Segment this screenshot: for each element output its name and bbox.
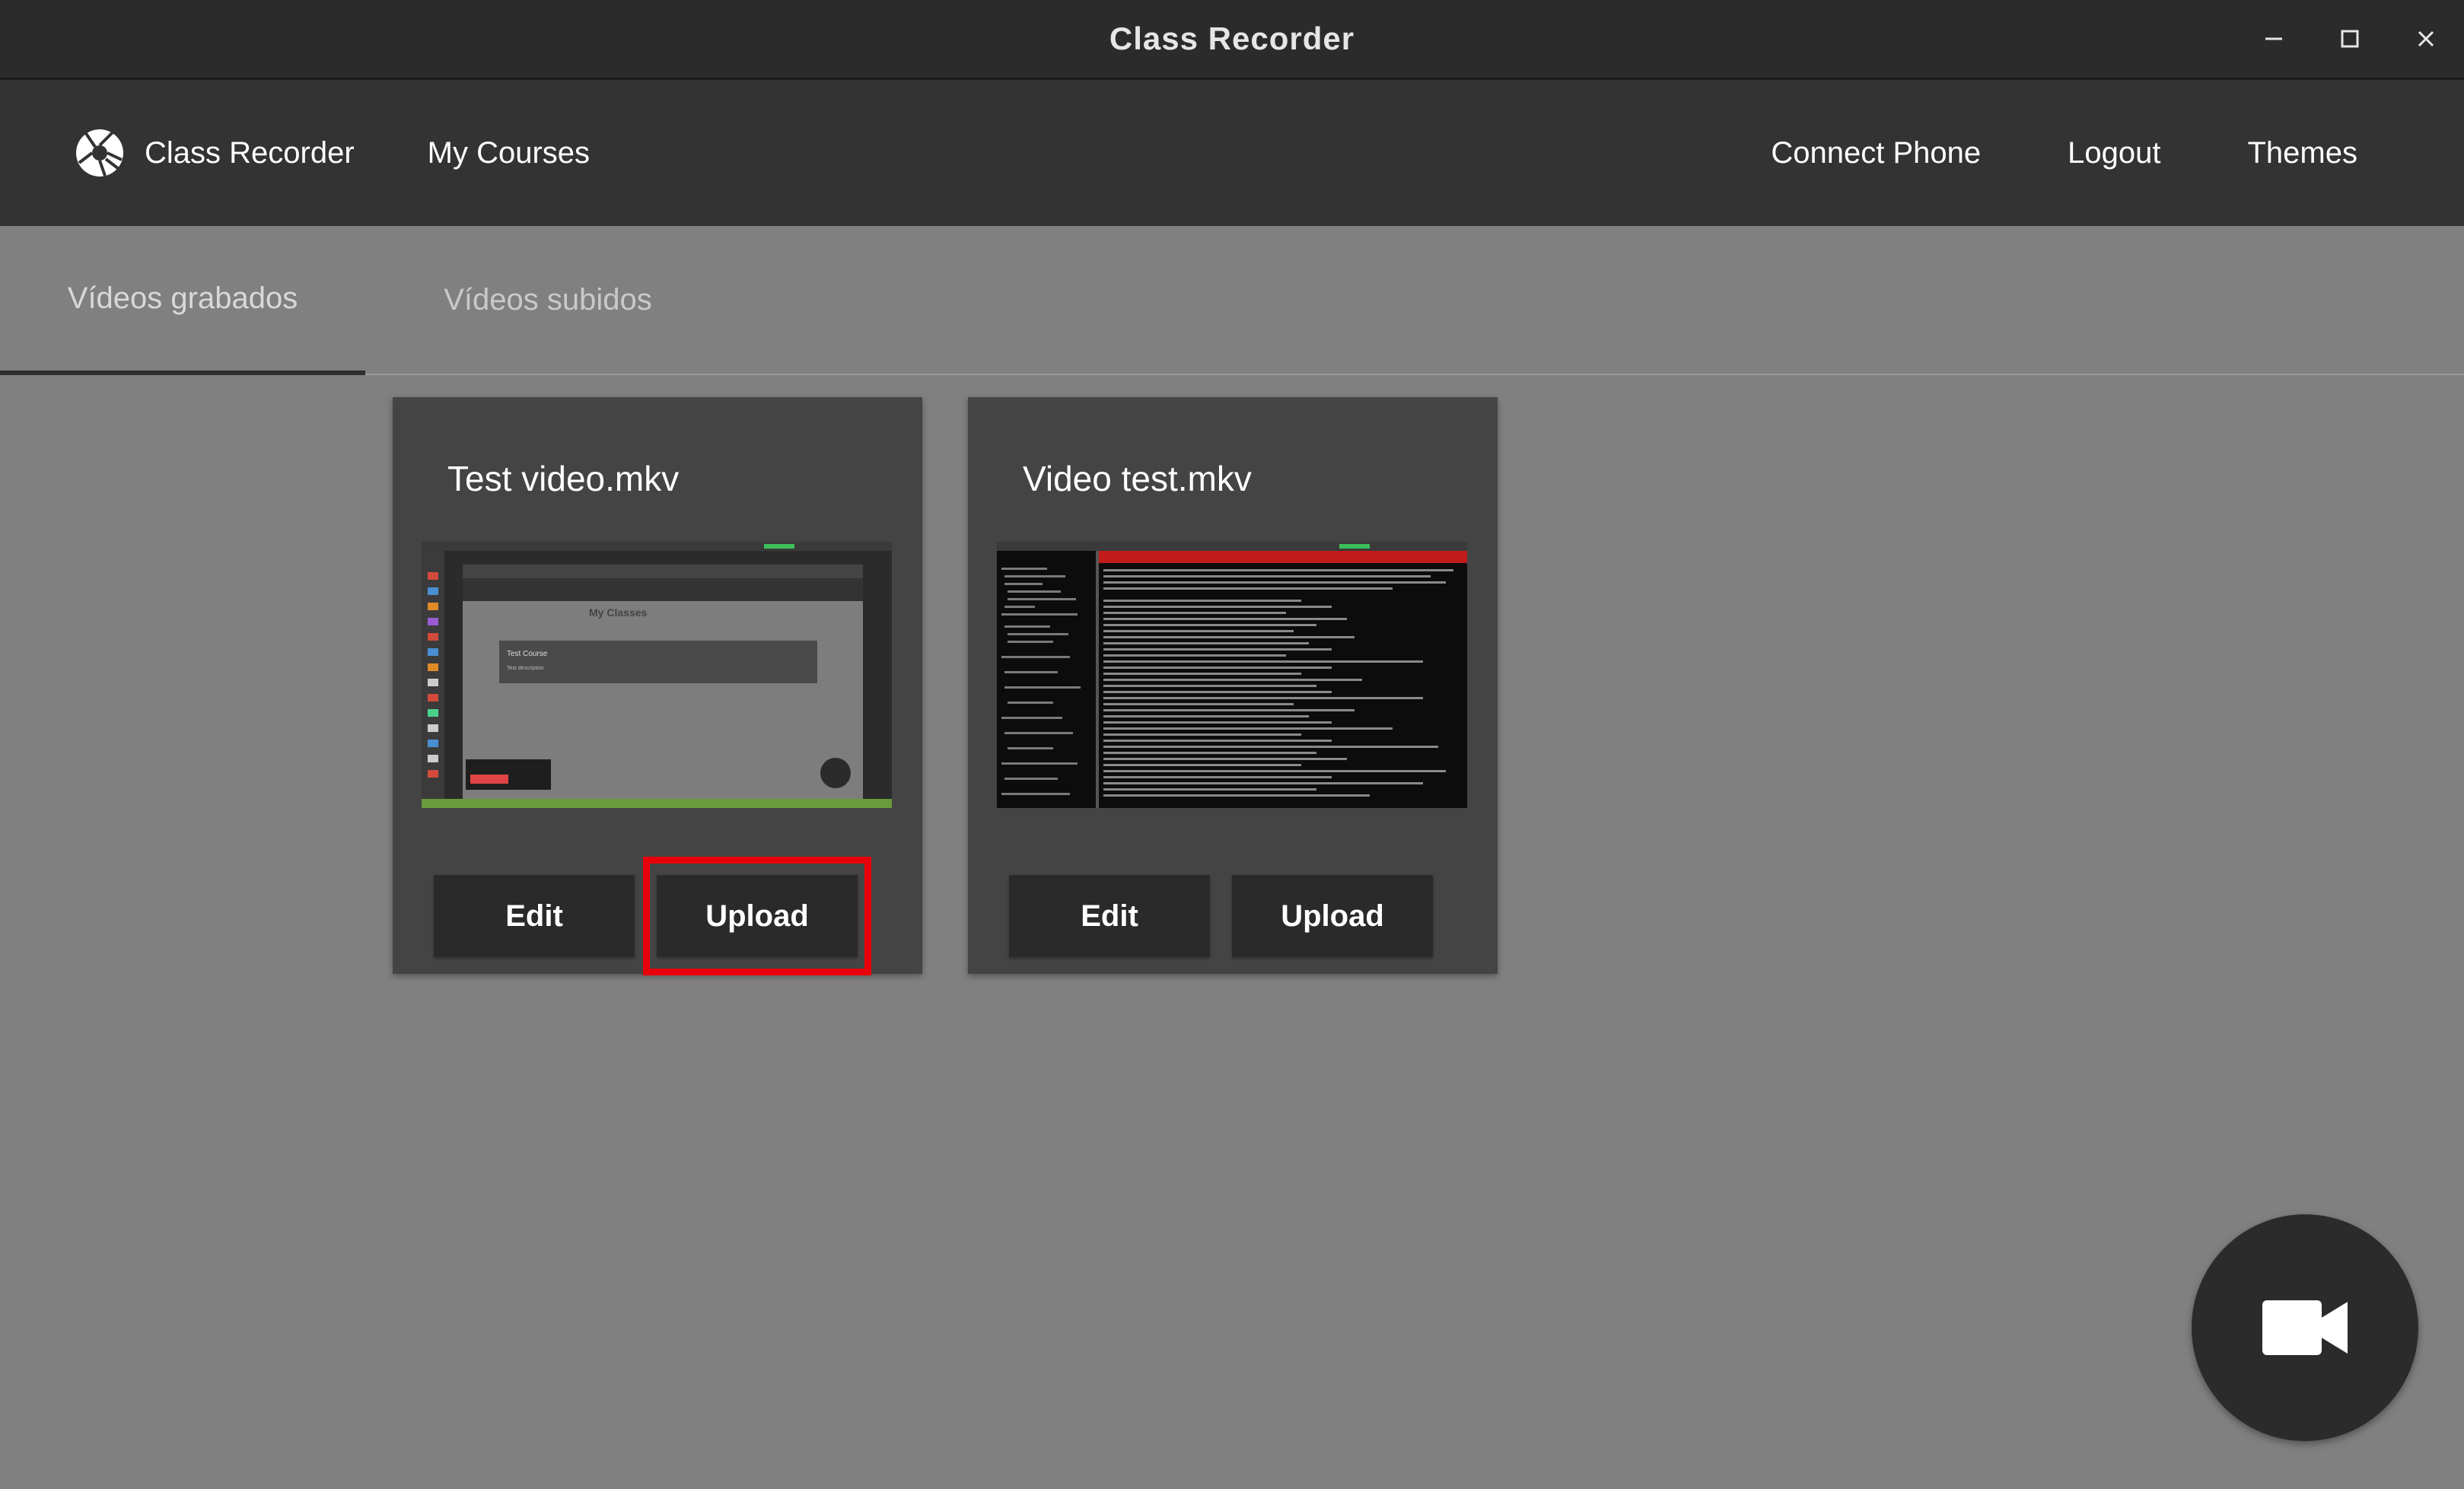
camera-shutter-icon	[76, 129, 123, 177]
video-card: Test video.mkv My Classes Test Course Te…	[393, 397, 922, 975]
window-titlebar: Class Recorder	[0, 0, 2464, 80]
nav-right: Connect Phone Logout Themes	[1684, 80, 2357, 226]
record-video-button[interactable]	[2192, 1214, 2418, 1441]
minimize-icon	[2265, 37, 2282, 40]
video-thumbnail	[997, 542, 1467, 808]
tab-recorded-videos[interactable]: Vídeos grabados	[0, 226, 365, 375]
upload-button[interactable]: Upload	[1232, 875, 1433, 957]
maximize-button[interactable]	[2312, 0, 2388, 78]
video-filename: Video test.mkv	[1023, 459, 1252, 498]
window-title: Class Recorder	[1109, 21, 1355, 56]
minimize-button[interactable]	[2236, 0, 2312, 78]
tab-uploaded-videos[interactable]: Vídeos subidos	[396, 226, 700, 374]
nav-logout[interactable]: Logout	[2068, 136, 2160, 170]
video-card: Video test.mkv Edit Upload	[968, 397, 1498, 974]
terminal-screenshot-thumbnail	[997, 542, 1467, 808]
brand-label: Class Recorder	[145, 135, 355, 170]
thumb-course-title: Test Course	[507, 650, 548, 658]
brand-link[interactable]: Class Recorder	[75, 128, 355, 178]
close-icon	[2418, 30, 2434, 47]
video-thumbnail: My Classes Test Course Test description	[422, 542, 892, 808]
app-navbar: Class Recorder My Courses Connect Phone …	[0, 80, 2464, 226]
edit-button[interactable]: Edit	[434, 875, 635, 957]
close-button[interactable]	[2388, 0, 2464, 78]
desktop-screenshot-thumbnail: My Classes Test Course Test description	[422, 542, 892, 808]
upload-highlight-box	[643, 857, 871, 975]
nav-my-courses[interactable]: My Courses	[428, 136, 590, 170]
nav-left: Class Recorder My Courses	[0, 128, 590, 178]
video-tabs: Vídeos grabados Vídeos subidos	[0, 226, 2464, 375]
video-camera-icon	[2262, 1300, 2348, 1355]
maximize-icon	[2341, 30, 2359, 48]
nav-themes[interactable]: Themes	[2248, 136, 2358, 170]
window-controls	[2236, 0, 2464, 78]
video-filename: Test video.mkv	[447, 459, 680, 498]
thumb-course-subtitle: Test description	[507, 666, 544, 671]
thumb-heading: My Classes	[589, 606, 647, 619]
edit-button[interactable]: Edit	[1009, 875, 1210, 957]
nav-connect-phone[interactable]: Connect Phone	[1771, 136, 1981, 170]
